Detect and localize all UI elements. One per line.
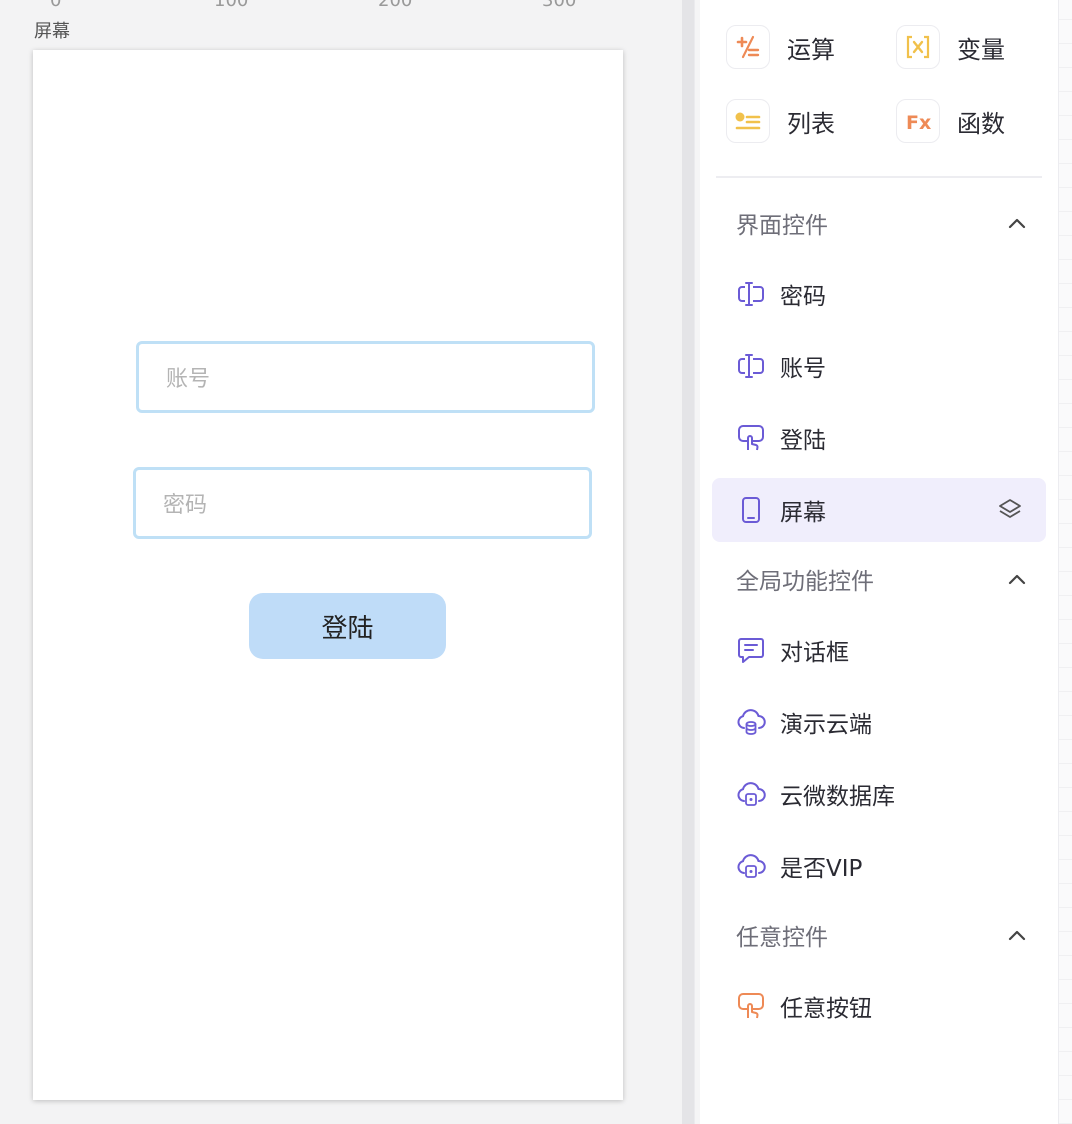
- widget-item-login[interactable]: 登陆: [736, 420, 826, 456]
- layers-icon[interactable]: [997, 497, 1023, 523]
- widget-item-label: 是否VIP: [780, 856, 863, 882]
- widget-item-password[interactable]: 密码: [736, 276, 826, 312]
- login-button[interactable]: 登陆: [249, 593, 446, 659]
- login-button-label: 登陆: [321, 613, 374, 644]
- chevron-up-icon[interactable]: [1008, 929, 1026, 941]
- widget-item-any-button[interactable]: 任意按钮: [736, 988, 872, 1024]
- phone-screen-icon: [742, 497, 760, 523]
- function-fx-icon: Fx: [896, 99, 940, 143]
- ruler-tick: 0: [50, 0, 62, 11]
- cloud-lock-icon: [737, 782, 766, 806]
- widget-item-label: 演示云端: [780, 712, 872, 738]
- password-placeholder: 密码: [163, 493, 208, 518]
- widget-item-cloud-db[interactable]: 云微数据库: [736, 776, 895, 812]
- cloud-lock-icon: [737, 854, 766, 878]
- tool-function[interactable]: Fx 函数: [896, 99, 1005, 143]
- tool-list[interactable]: 列表: [726, 99, 835, 143]
- chevron-up-icon[interactable]: [1008, 573, 1026, 585]
- section-title: 界面控件: [736, 213, 828, 239]
- plus-minus-icon: [726, 25, 770, 69]
- widget-item-label: 任意按钮: [780, 996, 872, 1022]
- ruler-tick: 300: [542, 0, 577, 11]
- widget-item-label: 密码: [780, 284, 826, 310]
- widget-item-label: 登陆: [780, 428, 826, 454]
- dialog-icon: [738, 638, 764, 663]
- text-input-icon: [738, 354, 764, 378]
- design-canvas[interactable]: 0 100 200 300 屏幕 账号 密码 登陆: [0, 0, 682, 1124]
- ruler-tick: 200: [378, 0, 413, 11]
- panel-splitter[interactable]: [682, 0, 694, 1124]
- screen-label: 屏幕: [34, 21, 70, 42]
- scroll-track[interactable]: [1059, 0, 1072, 1124]
- widget-item-account[interactable]: 账号: [736, 348, 826, 384]
- list-icon: [726, 99, 770, 143]
- tool-variable[interactable]: 变量: [896, 25, 1005, 69]
- widget-item-label: 屏幕: [780, 500, 826, 526]
- password-field[interactable]: 密码: [133, 467, 592, 539]
- tool-label: 变量: [957, 35, 1005, 64]
- tool-label: 函数: [957, 109, 1005, 138]
- ruler-tick: 100: [214, 0, 249, 11]
- section-header-ui[interactable]: 界面控件: [736, 206, 1026, 240]
- tap-button-icon: [738, 425, 764, 451]
- widget-item-label: 对话框: [780, 640, 849, 666]
- chevron-up-icon[interactable]: [1008, 217, 1026, 229]
- tap-button-icon: [738, 993, 764, 1019]
- divider: [716, 176, 1042, 178]
- widget-item-screen[interactable]: 屏幕: [736, 492, 826, 528]
- phone-screen[interactable]: 账号 密码 登陆: [33, 50, 623, 1100]
- tool-operation[interactable]: 运算: [726, 25, 835, 69]
- widget-item-dialog[interactable]: 对话框: [736, 632, 849, 668]
- tool-label: 运算: [787, 35, 835, 64]
- tool-label: 列表: [787, 109, 835, 138]
- widget-item-label: 云微数据库: [780, 784, 895, 810]
- account-field[interactable]: 账号: [136, 341, 595, 413]
- text-input-icon: [738, 282, 764, 306]
- account-placeholder: 账号: [166, 367, 211, 392]
- section-title: 任意控件: [736, 925, 828, 951]
- variable-x-icon: [896, 25, 940, 69]
- widget-item-label: 账号: [780, 356, 826, 382]
- section-title: 全局功能控件: [736, 569, 874, 595]
- section-header-any[interactable]: 任意控件: [736, 918, 1026, 952]
- section-header-global[interactable]: 全局功能控件: [736, 562, 1026, 596]
- widget-item-demo-cloud[interactable]: 演示云端: [736, 704, 872, 740]
- cloud-database-icon: [737, 709, 766, 735]
- widget-item-is-vip[interactable]: 是否VIP: [736, 848, 862, 884]
- svg-text:Fx: Fx: [906, 112, 931, 134]
